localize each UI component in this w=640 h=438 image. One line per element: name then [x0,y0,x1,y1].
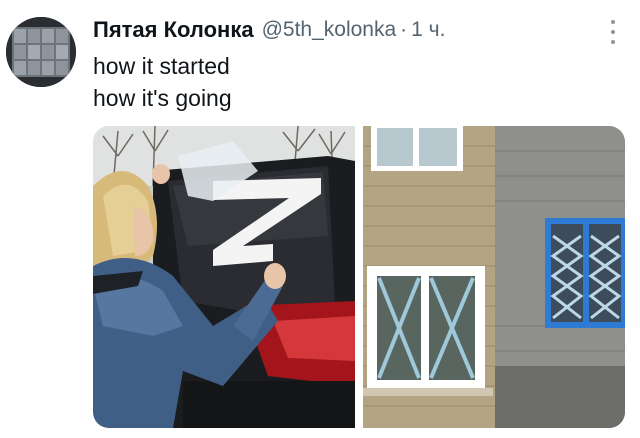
media-grid [93,126,625,428]
display-name[interactable]: Пятая Колонка [93,17,254,43]
avatar[interactable] [6,17,76,87]
timestamp[interactable]: 1 ч. [411,18,445,42]
tweet-header: Пятая Колонка @5th_kolonka · 1 ч. [93,14,445,46]
photo-car-z-sticker[interactable] [93,126,355,428]
user-handle[interactable]: @5th_kolonka [262,18,397,42]
tweet-line-2: how it's going [93,85,232,111]
tweet-text: how it started how it's going [93,50,232,114]
more-vertical-icon[interactable] [608,20,618,44]
photo-taped-windows[interactable] [363,126,625,428]
tweet-line-1: how it started [93,53,230,79]
separator-dot: · [400,18,408,41]
